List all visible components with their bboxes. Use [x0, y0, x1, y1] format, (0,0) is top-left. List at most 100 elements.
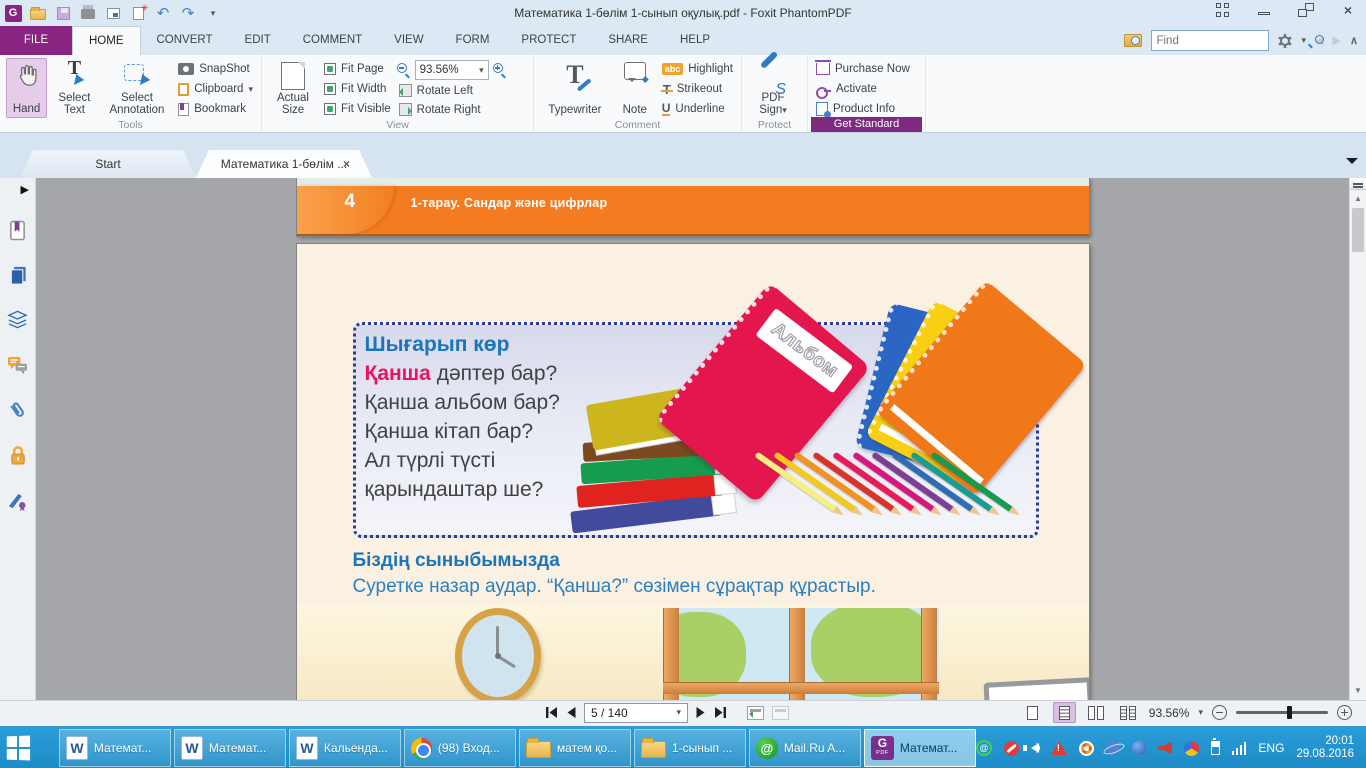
typewriter-button[interactable]: T Typewriter: [540, 58, 610, 118]
start-button[interactable]: [0, 728, 37, 768]
tab-share[interactable]: SHARE: [592, 26, 664, 55]
zoom-out-icon[interactable]: [397, 63, 411, 77]
taskbar-foxit-active[interactable]: GPDFМатемат...: [864, 729, 976, 767]
foxit-logo-icon[interactable]: G: [4, 4, 22, 22]
clipboard-button[interactable]: Clipboard▾: [176, 80, 255, 98]
previous-view-icon[interactable]: [747, 706, 764, 720]
rotate-right-button[interactable]: Rotate Right: [397, 101, 507, 118]
tab-view[interactable]: VIEW: [378, 26, 439, 55]
purchase-now-button[interactable]: Purchase Now: [814, 60, 912, 78]
comments-panel-icon[interactable]: [7, 354, 29, 376]
select-annotation-button[interactable]: Select Annotation: [102, 58, 173, 118]
signatures-panel-icon[interactable]: [7, 489, 29, 511]
tab-comment[interactable]: COMMENT: [287, 26, 378, 55]
taskbar-folder-1[interactable]: матем қо...: [519, 729, 631, 767]
fit-page-button[interactable]: Fit Page: [322, 60, 393, 78]
tab-protect[interactable]: PROTECT: [505, 26, 592, 55]
tab-convert[interactable]: CONVERT: [141, 26, 229, 55]
fit-width-button[interactable]: Fit Width: [322, 80, 393, 98]
taskbar-mailru[interactable]: @Mail.Ru A...: [749, 729, 861, 767]
page-number-input[interactable]: 5 / 140▾: [584, 703, 688, 723]
colored-ball-tray-icon[interactable]: [1184, 741, 1199, 756]
tab-home[interactable]: HOME: [72, 26, 141, 55]
bookmarks-panel-icon[interactable]: [7, 219, 29, 241]
network-signal-tray-icon[interactable]: [1232, 741, 1247, 755]
planet-tray-icon[interactable]: [1106, 741, 1120, 755]
next-page-icon[interactable]: [696, 707, 706, 718]
customize-qat-dropdown-icon[interactable]: ▾: [204, 4, 222, 22]
megaphone-tray-icon[interactable]: [1158, 742, 1172, 754]
snapshot-button[interactable]: SnapShot: [176, 60, 255, 78]
taskbar-word-2[interactable]: WМатемат...: [174, 729, 286, 767]
note-button[interactable]: Note: [614, 58, 656, 118]
doc-tab-start[interactable]: Start: [20, 150, 196, 178]
find-next-icon[interactable]: ▶: [1332, 34, 1340, 47]
tab-form[interactable]: FORM: [440, 26, 506, 55]
first-page-icon[interactable]: [545, 707, 558, 718]
undo-icon[interactable]: ↶: [154, 4, 172, 22]
pages-panel-icon[interactable]: [7, 264, 29, 286]
vertical-scrollbar[interactable]: ▲ ▼: [1349, 178, 1366, 700]
next-view-icon[interactable]: [772, 706, 789, 720]
redo-icon[interactable]: ↷: [179, 4, 197, 22]
doc-tab-active[interactable]: Математика 1-бөлім ...×: [196, 150, 372, 178]
underline-button[interactable]: UUnderline: [660, 100, 735, 118]
select-text-button[interactable]: T Select Text: [51, 58, 98, 118]
layers-panel-icon[interactable]: [7, 309, 29, 331]
zoom-dropdown-icon[interactable]: ▾: [1198, 707, 1203, 718]
last-page-icon[interactable]: [714, 707, 727, 718]
previous-page-icon[interactable]: [566, 707, 576, 718]
restore-icon[interactable]: [1298, 3, 1314, 17]
blue-ball-tray-icon[interactable]: [1132, 741, 1146, 755]
mailru-agent-tray-icon[interactable]: @: [976, 740, 992, 756]
taskbar-word-3[interactable]: WКальенда...: [289, 729, 401, 767]
tab-edit[interactable]: EDIT: [229, 26, 287, 55]
minimize-icon[interactable]: [1256, 3, 1272, 17]
facing-view-icon[interactable]: [1085, 702, 1108, 723]
highlight-button[interactable]: abcHighlight: [660, 60, 735, 78]
tab-file[interactable]: FILE: [0, 26, 72, 55]
single-page-view-icon[interactable]: [1021, 702, 1044, 723]
taskbar-word-1[interactable]: WМатемат...: [59, 729, 171, 767]
attachments-panel-icon[interactable]: [7, 399, 29, 421]
print-icon[interactable]: [79, 4, 97, 22]
pdf-sign-button[interactable]: PDF Sign▾: [748, 58, 798, 118]
scroll-down-icon[interactable]: ▼: [1350, 684, 1366, 698]
tray-clock[interactable]: 20:01 29.08.2016: [1296, 735, 1354, 761]
close-icon[interactable]: ×: [1340, 3, 1356, 17]
find-options-caret-icon[interactable]: ▾: [1301, 35, 1306, 46]
actual-size-button[interactable]: Actual Size: [268, 58, 318, 118]
full-text-search-icon[interactable]: [1124, 34, 1142, 47]
taskbar-chrome[interactable]: (98) Вход...: [404, 729, 516, 767]
collapse-ribbon-icon[interactable]: ∧: [1350, 34, 1358, 47]
zoom-in-icon[interactable]: [493, 63, 507, 77]
dotted-disc-tray-icon[interactable]: [1079, 741, 1094, 756]
warning-tray-icon[interactable]: [1051, 741, 1067, 755]
scrollbar-thumb[interactable]: [1352, 208, 1364, 252]
security-panel-icon[interactable]: [7, 444, 29, 466]
open-folder-icon[interactable]: [29, 4, 47, 22]
split-view-handle-icon[interactable]: [1350, 178, 1366, 190]
save-icon[interactable]: [54, 4, 72, 22]
expand-panel-arrow-icon[interactable]: ▶: [21, 183, 29, 196]
bookmark-button[interactable]: Bookmark: [176, 100, 255, 118]
fit-visible-button[interactable]: Fit Visible: [322, 100, 393, 118]
product-info-button[interactable]: Product Info: [814, 100, 912, 118]
gear-icon[interactable]: [1278, 34, 1292, 48]
fullscreen-icon[interactable]: [1214, 3, 1230, 17]
zoom-slider-handle[interactable]: [1287, 706, 1292, 719]
activate-button[interactable]: Activate: [814, 80, 912, 98]
zoom-level-select[interactable]: 93.56%▾: [415, 60, 489, 80]
volume-tray-icon[interactable]: [1031, 743, 1039, 753]
new-document-icon[interactable]: [129, 4, 147, 22]
antivirus-red-disc-tray-icon[interactable]: [1004, 741, 1019, 756]
email-document-icon[interactable]: [104, 4, 122, 22]
continuous-facing-view-icon[interactable]: [1117, 702, 1140, 723]
scroll-up-icon[interactable]: ▲: [1350, 192, 1366, 206]
tab-list-dropdown-icon[interactable]: [1346, 158, 1358, 170]
continuous-view-icon[interactable]: [1053, 702, 1076, 723]
zoom-out-icon[interactable]: [1212, 705, 1227, 720]
language-indicator[interactable]: ENG: [1258, 741, 1284, 755]
battery-tray-icon[interactable]: [1211, 741, 1220, 755]
tab-help[interactable]: HELP: [664, 26, 726, 55]
